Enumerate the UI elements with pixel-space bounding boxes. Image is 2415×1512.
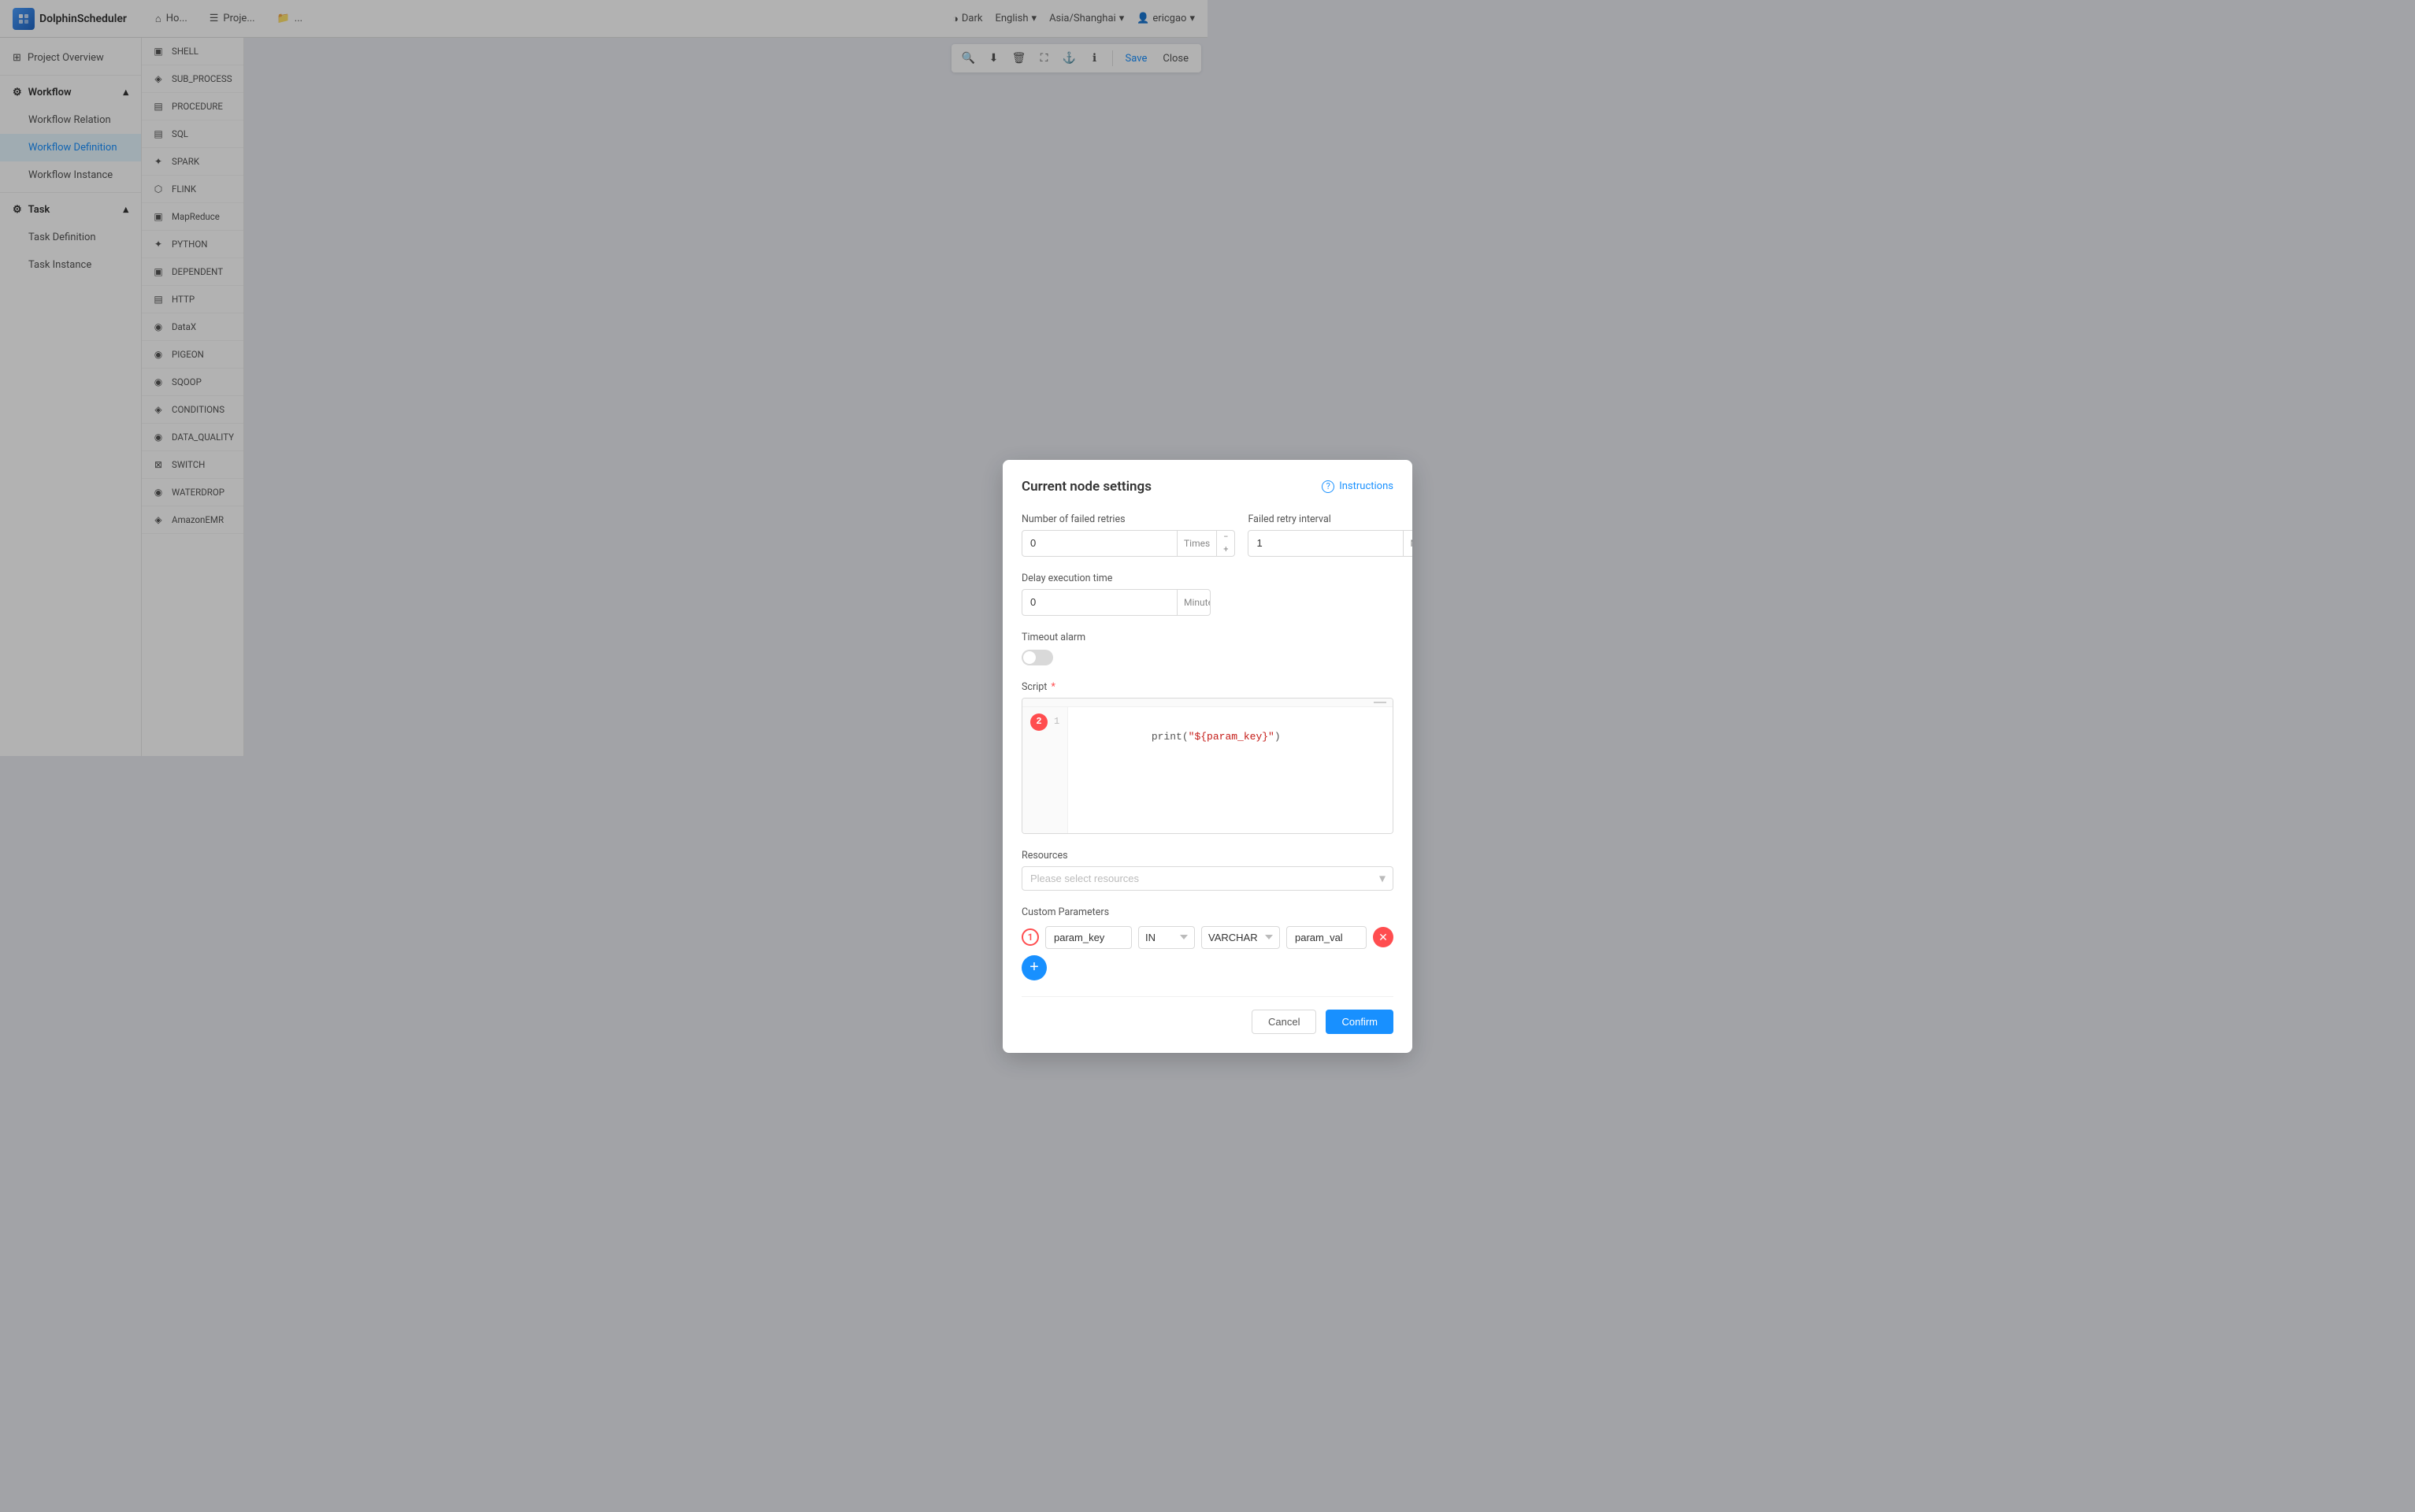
retry-interval-input[interactable] (1248, 532, 1403, 554)
retry-interval-field: Failed retry interval Minute − + (1248, 513, 1412, 557)
failed-retries-decrement[interactable]: − (1217, 531, 1234, 543)
script-line-numbers: 2 1 (1022, 707, 1068, 833)
delay-execution-unit: Minute (1177, 590, 1211, 615)
resources-section: Resources Please select resources (1022, 850, 1393, 891)
script-paren: ) (1274, 731, 1281, 743)
delay-execution-input-group: Minute − + (1022, 589, 1211, 616)
failed-retries-input-group: Times − + (1022, 530, 1235, 557)
delay-execution-input[interactable] (1022, 591, 1177, 613)
delay-row: Delay execution time Minute − + (1022, 573, 1393, 616)
timeout-alarm-section: Timeout alarm (1022, 632, 1393, 665)
modal-title-row: Current node settings ? Instructions (1022, 479, 1393, 495)
script-editor-body: 2 1 print("${param_key}") (1022, 707, 1393, 833)
modal-title: Current node settings (1022, 479, 1152, 495)
script-editor[interactable]: 2 1 print("${param_key}") (1022, 698, 1393, 834)
script-section: Script * 2 1 pri (1022, 681, 1393, 834)
failed-retries-field: Number of failed retries Times − + (1022, 513, 1235, 557)
param-direction-select[interactable]: IN OUT (1138, 926, 1195, 949)
resources-select-wrapper: Please select resources (1022, 866, 1393, 891)
modal-overlay: Current node settings ? Instructions Num… (0, 0, 2415, 1512)
instructions-link[interactable]: ? Instructions (1322, 480, 1393, 493)
failed-retries-input[interactable] (1022, 532, 1177, 554)
minimize-editor-btn[interactable] (1374, 702, 1386, 703)
timeout-alarm-toggle[interactable] (1022, 650, 1053, 665)
modal-dialog: Current node settings ? Instructions Num… (1003, 460, 1412, 1053)
failed-retries-label: Number of failed retries (1022, 513, 1235, 525)
param-key-input[interactable] (1045, 926, 1132, 949)
retry-interval-input-group: Minute − + (1248, 530, 1412, 557)
param-delete-btn[interactable]: ✕ (1373, 927, 1393, 947)
add-param-btn[interactable]: + (1022, 955, 1047, 980)
retry-interval-label: Failed retry interval (1248, 513, 1412, 525)
script-badge: 2 (1030, 713, 1048, 731)
custom-param-row-1: 1 IN OUT VARCHAR INTEGER LONG FLOAT DOUB… (1022, 926, 1393, 949)
resources-select[interactable]: Please select resources (1022, 866, 1393, 891)
failed-retries-increment[interactable]: + (1217, 543, 1234, 556)
failed-retries-unit: Times (1177, 531, 1217, 556)
timeout-alarm-label: Timeout alarm (1022, 632, 1393, 643)
delay-execution-label: Delay execution time (1022, 573, 1211, 584)
script-editor-header (1022, 699, 1393, 707)
script-label: Script * (1022, 681, 1393, 693)
param-type-select[interactable]: VARCHAR INTEGER LONG FLOAT DOUBLE DATE T… (1201, 926, 1280, 949)
script-func: print( (1152, 731, 1189, 743)
modal-footer: Cancel Confirm (1022, 996, 1393, 1034)
failed-retries-stepper: − + (1217, 531, 1234, 556)
param-badge: 1 (1022, 928, 1039, 946)
confirm-button[interactable]: Confirm (1326, 1010, 1393, 1034)
cancel-button[interactable]: Cancel (1252, 1010, 1316, 1034)
delay-execution-field: Delay execution time Minute − + (1022, 573, 1211, 616)
custom-params-section: Custom Parameters 1 IN OUT VARCHAR INTEG… (1022, 906, 1393, 949)
param-val-input[interactable] (1286, 926, 1367, 949)
script-required: * (1051, 681, 1055, 693)
script-code[interactable]: print("${param_key}") (1068, 707, 1393, 833)
resources-label: Resources (1022, 850, 1393, 862)
script-string: "${param_key}" (1189, 731, 1274, 743)
custom-params-label: Custom Parameters (1022, 906, 1393, 918)
retries-row: Number of failed retries Times − + Faile… (1022, 513, 1393, 557)
retry-interval-unit: Minute (1403, 531, 1412, 556)
question-icon: ? (1322, 480, 1334, 493)
